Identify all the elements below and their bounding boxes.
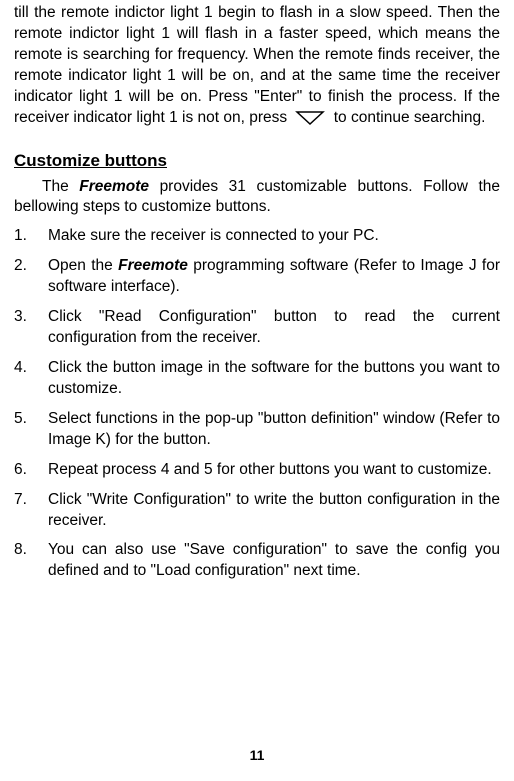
step-number: 5. xyxy=(14,409,27,430)
intro-paragraph: till the remote indictor light 1 begin t… xyxy=(14,3,500,129)
step-number: 3. xyxy=(14,307,27,328)
step-number: 2. xyxy=(14,256,27,277)
section-heading-customize-buttons: Customize buttons xyxy=(14,151,500,171)
step-number: 7. xyxy=(14,490,27,511)
step-text: Make sure the receiver is connected to y… xyxy=(48,227,379,244)
down-triangle-icon xyxy=(295,110,325,126)
list-item: 8. You can also use "Save configuration"… xyxy=(14,540,500,582)
step-text: You can also use "Save configuration" to… xyxy=(48,541,500,579)
intro-text-after: to continue searching. xyxy=(334,109,486,126)
section-intro: The Freemote provides 31 customizable bu… xyxy=(14,177,500,219)
step-text-before: Open the xyxy=(48,257,118,274)
list-item: 3. Click "Read Configuration" button to … xyxy=(14,307,500,349)
list-item: 6. Repeat process 4 and 5 for other butt… xyxy=(14,460,500,481)
list-item: 4. Click the button image in the softwar… xyxy=(14,358,500,400)
section-intro-before: The xyxy=(42,178,79,195)
page-number: 11 xyxy=(0,747,514,763)
intro-text-before: till the remote indictor light 1 begin t… xyxy=(14,4,500,126)
list-item: 7. Click "Write Configuration" to write … xyxy=(14,490,500,532)
step-text: Click "Read Configuration" button to rea… xyxy=(48,308,500,346)
list-item: 1. Make sure the receiver is connected t… xyxy=(14,226,500,247)
step-text: Select functions in the pop-up "button d… xyxy=(48,410,500,448)
step-text: Click "Write Configuration" to write the… xyxy=(48,491,500,529)
list-item: 5. Select functions in the pop-up "butto… xyxy=(14,409,500,451)
step-text: Repeat process 4 and 5 for other buttons… xyxy=(48,461,492,478)
step-text: Click the button image in the software f… xyxy=(48,359,500,397)
section-intro-bold: Freemote xyxy=(79,178,149,195)
step-number: 8. xyxy=(14,540,27,561)
step-number: 1. xyxy=(14,226,27,247)
list-item: 2. Open the Freemote programming softwar… xyxy=(14,256,500,298)
step-number: 6. xyxy=(14,460,27,481)
steps-list: 1. Make sure the receiver is connected t… xyxy=(14,226,500,582)
step-text-bold: Freemote xyxy=(118,257,188,274)
step-number: 4. xyxy=(14,358,27,379)
